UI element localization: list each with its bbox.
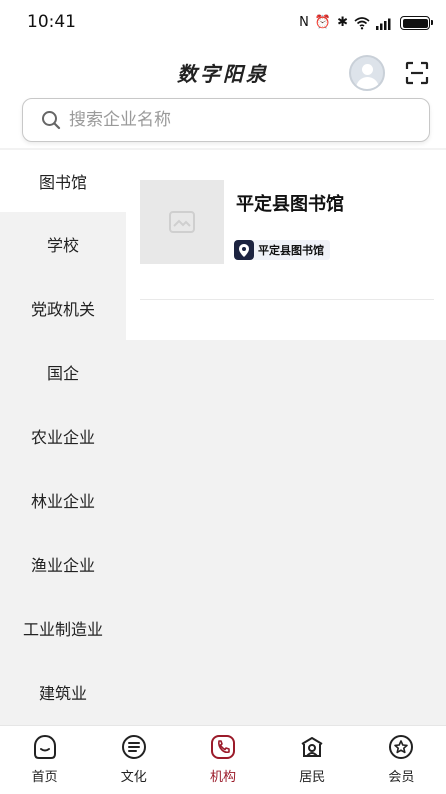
sidebar-item-forestry[interactable]: 林业企业: [0, 468, 126, 532]
home-icon: [33, 734, 56, 759]
list-item[interactable]: 平定县图书馆 平定县图书馆: [140, 180, 434, 300]
tag-label: 平定县图书馆: [258, 244, 324, 257]
category-sidebar: 图书馆 学校 党政机关 国企 农业企业 林业企业 渔业企业 工业制造业 建筑业: [0, 150, 126, 725]
culture-icon: [121, 735, 146, 759]
scan-icon[interactable]: [405, 61, 429, 85]
status-icons: N ⏰ ✱: [299, 15, 433, 31]
member-icon: [389, 735, 414, 759]
search-area: [0, 98, 446, 148]
nav-label: 机构: [210, 770, 237, 785]
image-placeholder-icon: [169, 211, 195, 233]
nav-label: 会员: [388, 770, 415, 785]
alarm-icon: ⏰: [314, 15, 332, 30]
card-title: 平定县图书馆: [236, 194, 344, 215]
avatar[interactable]: [349, 55, 385, 91]
nav-home[interactable]: 首页: [0, 726, 89, 794]
header: 数字阳泉: [0, 48, 446, 98]
signal-icon: [376, 18, 391, 30]
resident-icon: [301, 737, 323, 757]
content-panel: 平定县图书馆 平定县图书馆: [126, 150, 446, 340]
nfc-icon: N: [299, 15, 309, 30]
nav-member[interactable]: 会员: [357, 726, 446, 794]
institution-icon: [211, 735, 235, 759]
sidebar-item-manufacturing[interactable]: 工业制造业: [0, 596, 126, 660]
bottom-nav: 首页 文化 机构 居民 会员: [0, 725, 446, 794]
bluetooth-icon: ✱: [337, 15, 348, 30]
sidebar-item-school[interactable]: 学校: [0, 212, 126, 276]
status-bar: 10:41 N ⏰ ✱: [0, 0, 446, 48]
nav-institution[interactable]: 机构: [178, 726, 267, 794]
sidebar-item-library[interactable]: 图书馆: [0, 150, 126, 212]
nav-label: 首页: [31, 770, 58, 785]
sidebar-item-fishery[interactable]: 渔业企业: [0, 532, 126, 596]
search-icon: [42, 111, 61, 130]
nav-resident[interactable]: 居民: [268, 726, 357, 794]
search-box[interactable]: [22, 98, 430, 142]
nav-label: 居民: [299, 770, 326, 785]
search-input[interactable]: [69, 110, 369, 130]
location-tag: 平定县图书馆: [234, 240, 330, 260]
sidebar-item-construction[interactable]: 建筑业: [0, 660, 126, 724]
sidebar-item-government[interactable]: 党政机关: [0, 276, 126, 340]
wifi-icon: [354, 17, 370, 30]
battery-icon: [400, 16, 433, 30]
location-pin-icon: [234, 240, 254, 260]
nav-culture[interactable]: 文化: [89, 726, 178, 794]
status-time: 10:41: [27, 12, 76, 32]
sidebar-item-state-enterprise[interactable]: 国企: [0, 340, 126, 404]
nav-label: 文化: [120, 770, 147, 785]
thumbnail-placeholder: [140, 180, 224, 264]
sidebar-item-agriculture[interactable]: 农业企业: [0, 404, 126, 468]
